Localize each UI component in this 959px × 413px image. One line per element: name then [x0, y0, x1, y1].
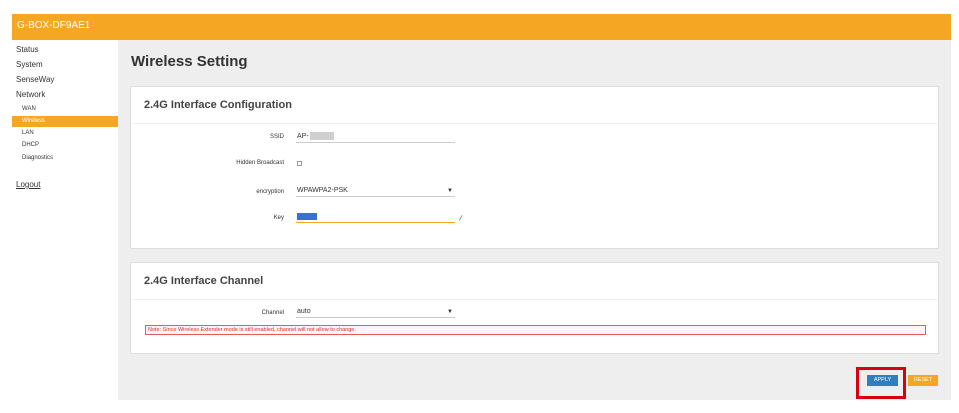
- panel-divider: [131, 123, 938, 124]
- encryption-value: WPAWPA2-PSK: [297, 187, 348, 194]
- logout-link[interactable]: Logout: [16, 180, 40, 189]
- eye-icon[interactable]: [458, 214, 463, 221]
- ssid-value: AP-: [297, 133, 309, 140]
- sidebar-item-status[interactable]: Status: [16, 45, 39, 54]
- ssid-input[interactable]: AP-: [296, 132, 455, 143]
- encryption-label: encryption: [256, 189, 284, 195]
- extender-note: Note: Since Wireless Extender mode is st…: [145, 325, 926, 335]
- ssid-label: SSID: [269, 134, 284, 140]
- interface-config-title: 2.4G Interface Configuration: [144, 99, 292, 111]
- sidebar-subitem-dhcp[interactable]: DHCP: [12, 140, 118, 151]
- top-header: G-BOX-DF9AE1: [12, 14, 951, 40]
- reset-button[interactable]: RESET: [908, 375, 938, 386]
- key-masked-value: [297, 212, 317, 220]
- chevron-down-icon: ▼: [447, 188, 453, 194]
- apply-highlight-box: [856, 367, 906, 399]
- hidden-broadcast-label: Hidden Broadcast: [236, 160, 284, 166]
- interface-config-panel: 2.4G Interface Configuration SSID AP- Hi…: [130, 86, 939, 249]
- hidden-broadcast-checkbox[interactable]: [297, 161, 302, 166]
- key-input[interactable]: [296, 212, 455, 223]
- panel-divider: [131, 299, 938, 300]
- sidebar-subitem-lan[interactable]: LAN: [12, 128, 118, 139]
- sidebar-subitem-wan[interactable]: WAN: [12, 104, 118, 115]
- encryption-select[interactable]: WPAWPA2-PSK ▼: [296, 186, 455, 197]
- sidebar-item-senseway[interactable]: SenseWay: [16, 75, 54, 84]
- sidebar-item-network[interactable]: Network: [16, 90, 45, 99]
- ssid-redacted-block: [309, 132, 334, 141]
- key-label: Key: [273, 215, 284, 221]
- chevron-down-icon: ▼: [447, 309, 453, 315]
- sidebar-subitem-diagnostics[interactable]: Diagnostics: [12, 153, 118, 164]
- sidebar-subitem-wireless[interactable]: Wireless: [12, 116, 118, 127]
- main-content: Wireless Setting 2.4G Interface Configur…: [118, 40, 951, 400]
- interface-channel-title: 2.4G Interface Channel: [144, 275, 264, 287]
- interface-channel-panel: 2.4G Interface Channel Channel auto ▼ No…: [130, 262, 939, 354]
- channel-select[interactable]: auto ▼: [296, 307, 455, 318]
- device-name: G-BOX-DF9AE1: [17, 20, 91, 31]
- sidebar-item-system[interactable]: System: [16, 60, 43, 69]
- channel-label: Channel: [261, 310, 284, 316]
- channel-value: auto: [297, 308, 311, 315]
- sidebar: Status System SenseWay Network WAN Wirel…: [12, 40, 118, 400]
- page-title: Wireless Setting: [131, 53, 248, 70]
